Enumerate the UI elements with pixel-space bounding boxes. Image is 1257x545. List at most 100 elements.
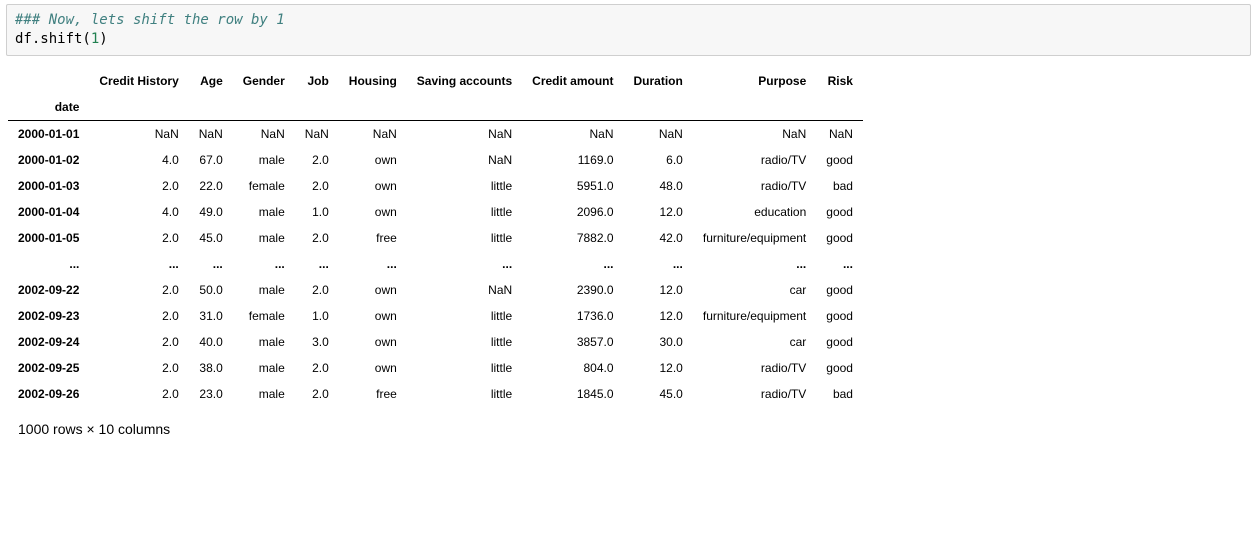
dataframe-dimensions: 1000 rows × 10 columns: [8, 413, 1257, 437]
cell: 1736.0: [522, 303, 623, 329]
cell: good: [816, 303, 863, 329]
cell: ...: [233, 251, 295, 277]
cell: 5951.0: [522, 173, 623, 199]
cell: NaN: [522, 120, 623, 147]
cell: male: [233, 277, 295, 303]
cell: good: [816, 147, 863, 173]
cell: 1845.0: [522, 381, 623, 407]
cell: good: [816, 329, 863, 355]
table-row: 2000-01-052.045.0male2.0freelittle7882.0…: [8, 225, 863, 251]
cell: ...: [339, 251, 407, 277]
row-index: 2000-01-02: [8, 147, 89, 173]
output-area: Credit HistoryAgeGenderJobHousingSaving …: [0, 68, 1257, 437]
cell: 2.0: [295, 147, 339, 173]
cell: own: [339, 329, 407, 355]
cell: ...: [693, 251, 816, 277]
code-cell: ### Now, lets shift the row by 1 df.shif…: [6, 4, 1251, 56]
cell: 804.0: [522, 355, 623, 381]
cell: 45.0: [624, 381, 693, 407]
cell: 2.0: [295, 173, 339, 199]
table-row: .................................: [8, 251, 863, 277]
table-body: 2000-01-01NaNNaNNaNNaNNaNNaNNaNNaNNaNNaN…: [8, 120, 863, 407]
cell: own: [339, 277, 407, 303]
cell: female: [233, 303, 295, 329]
blank-header: [233, 94, 295, 121]
column-header: Saving accounts: [407, 68, 522, 94]
cell: own: [339, 303, 407, 329]
cell: male: [233, 147, 295, 173]
cell: little: [407, 355, 522, 381]
cell: NaN: [693, 120, 816, 147]
blank-header: [89, 94, 188, 121]
blank-header: [407, 94, 522, 121]
cell: 2.0: [89, 225, 188, 251]
cell: NaN: [295, 120, 339, 147]
cell: own: [339, 355, 407, 381]
cell: ...: [407, 251, 522, 277]
row-index: 2002-09-23: [8, 303, 89, 329]
column-header: Job: [295, 68, 339, 94]
cell: 40.0: [189, 329, 233, 355]
blank-header: [624, 94, 693, 121]
row-index: 2002-09-25: [8, 355, 89, 381]
table-row: 2000-01-044.049.0male1.0ownlittle2096.01…: [8, 199, 863, 225]
cell: radio/TV: [693, 147, 816, 173]
cell: NaN: [233, 120, 295, 147]
cell: ...: [522, 251, 623, 277]
cell: radio/TV: [693, 381, 816, 407]
row-index: ...: [8, 251, 89, 277]
cell: 6.0: [624, 147, 693, 173]
cell: 1.0: [295, 303, 339, 329]
cell: good: [816, 225, 863, 251]
table-head: Credit HistoryAgeGenderJobHousingSaving …: [8, 68, 863, 121]
code-comment: ### Now, lets shift the row by 1: [15, 12, 285, 28]
cell: 23.0: [189, 381, 233, 407]
cell: 49.0: [189, 199, 233, 225]
row-index: 2000-01-05: [8, 225, 89, 251]
cell: NaN: [624, 120, 693, 147]
cell: free: [339, 381, 407, 407]
cell: 2.0: [89, 303, 188, 329]
cell: radio/TV: [693, 355, 816, 381]
cell: female: [233, 173, 295, 199]
cell: NaN: [407, 147, 522, 173]
table-row: 2002-09-262.023.0male2.0freelittle1845.0…: [8, 381, 863, 407]
cell: NaN: [407, 277, 522, 303]
cell: 30.0: [624, 329, 693, 355]
cell: ...: [624, 251, 693, 277]
cell: 50.0: [189, 277, 233, 303]
cell: ...: [816, 251, 863, 277]
dataframe-table: Credit HistoryAgeGenderJobHousingSaving …: [8, 68, 863, 407]
blank-header: [295, 94, 339, 121]
cell: NaN: [816, 120, 863, 147]
table-row: 2000-01-01NaNNaNNaNNaNNaNNaNNaNNaNNaNNaN: [8, 120, 863, 147]
row-index: 2000-01-04: [8, 199, 89, 225]
cell: 2.0: [295, 381, 339, 407]
cell: 67.0: [189, 147, 233, 173]
cell: free: [339, 225, 407, 251]
cell: little: [407, 381, 522, 407]
cell: 4.0: [89, 199, 188, 225]
column-header: Duration: [624, 68, 693, 94]
cell: 2.0: [89, 381, 188, 407]
cell: furniture/equipment: [693, 303, 816, 329]
cell: 12.0: [624, 277, 693, 303]
table-row: 2000-01-024.067.0male2.0ownNaN1169.06.0r…: [8, 147, 863, 173]
column-header-row: Credit HistoryAgeGenderJobHousingSaving …: [8, 68, 863, 94]
cell: little: [407, 199, 522, 225]
index-name: date: [8, 94, 89, 121]
row-index: 2002-09-22: [8, 277, 89, 303]
cell: 2.0: [295, 277, 339, 303]
cell: 2390.0: [522, 277, 623, 303]
cell: ...: [295, 251, 339, 277]
cell: own: [339, 173, 407, 199]
cell: little: [407, 173, 522, 199]
column-header: Credit amount: [522, 68, 623, 94]
cell: 31.0: [189, 303, 233, 329]
column-header: Gender: [233, 68, 295, 94]
cell: 2.0: [89, 355, 188, 381]
blank-header: [816, 94, 863, 121]
cell: 12.0: [624, 355, 693, 381]
cell: own: [339, 147, 407, 173]
cell: 12.0: [624, 199, 693, 225]
